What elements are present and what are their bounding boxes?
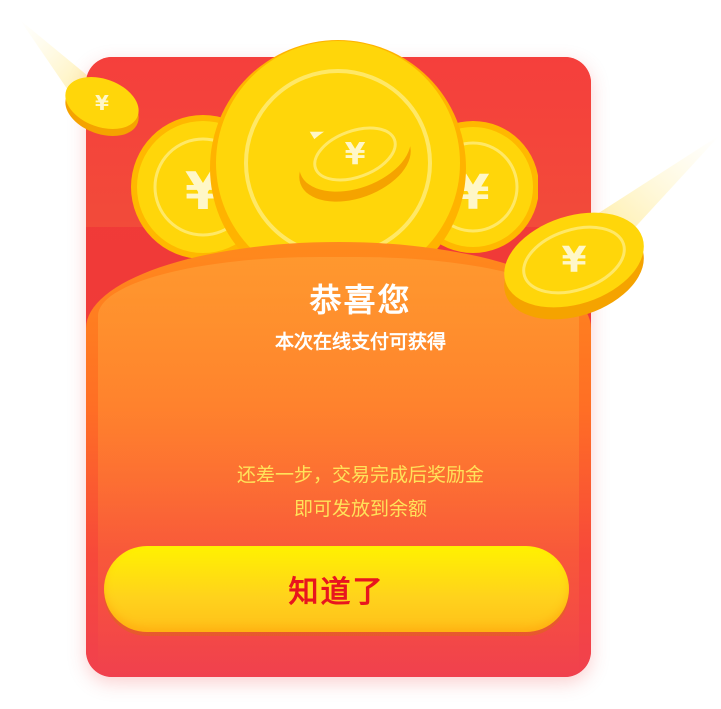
message-line-1: 还差一步，交易完成后奖励金: [236, 464, 484, 486]
dialog-title: 恭喜您: [309, 281, 412, 319]
coin-symbol: ¥: [95, 91, 109, 115]
dialog-subtitle: 本次在线支付可获得: [274, 331, 446, 353]
reward-dialog: ¥ ¥ ¥ ¥ ¥ ¥ 恭喜您 本次在线支付可获得 还差一步，交易完: [0, 0, 721, 709]
coin-symbol: ¥: [345, 137, 366, 172]
message-line-2: 即可发放到余额: [293, 498, 427, 520]
dialog-message: 还差一步，交易完成后奖励金 即可发放到余额: [0, 458, 721, 526]
got-it-button-label: 知道了: [288, 575, 385, 610]
got-it-button[interactable]: 知道了: [104, 546, 569, 632]
flying-coin-small-icon: ¥: [65, 76, 139, 137]
flying-coin-center-icon: ¥: [299, 116, 411, 202]
